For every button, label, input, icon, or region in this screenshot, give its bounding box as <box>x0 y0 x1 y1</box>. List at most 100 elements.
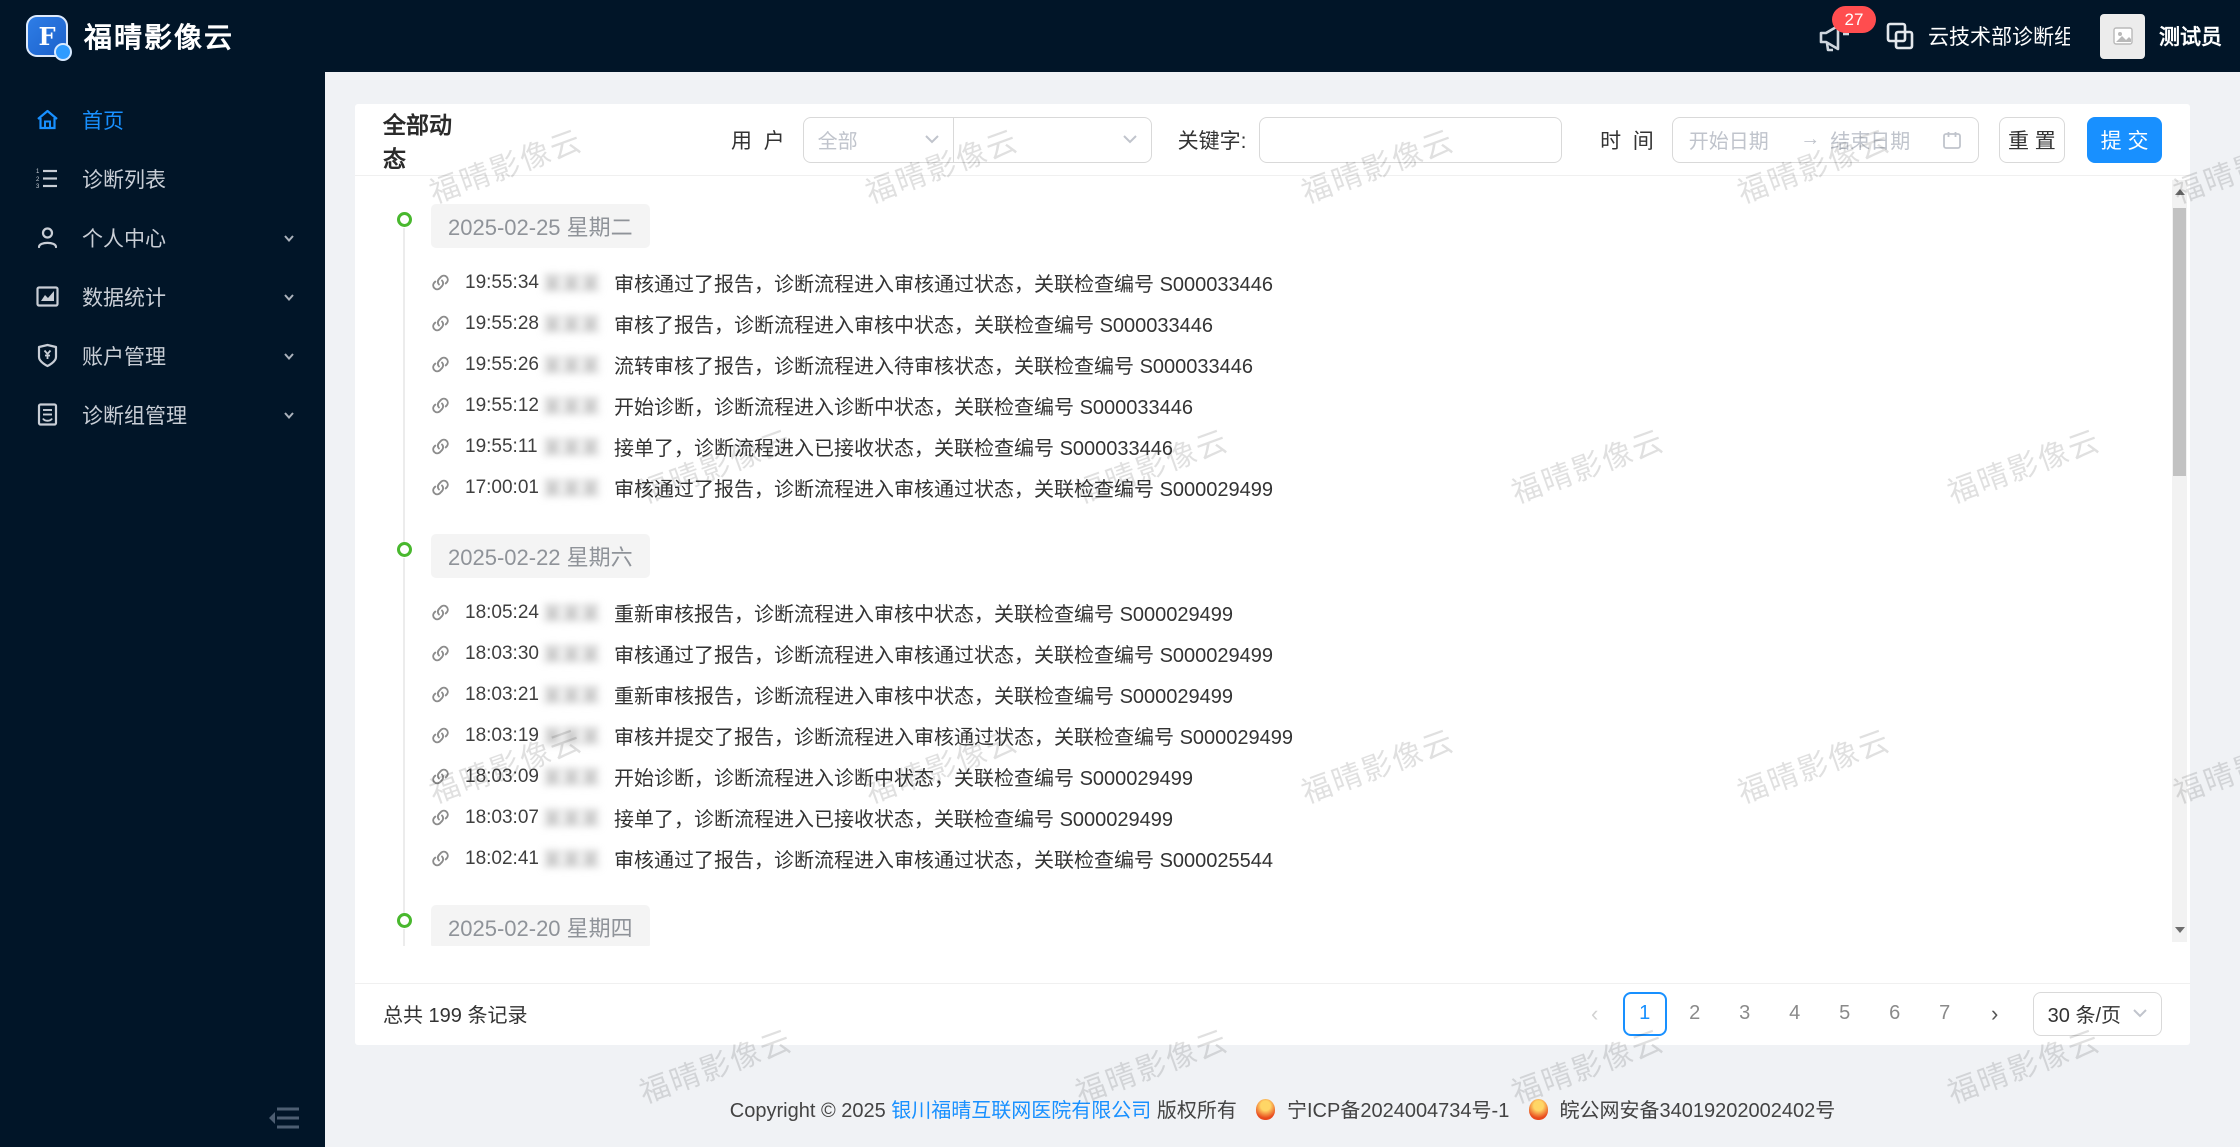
user-name-select[interactable] <box>954 118 1151 162</box>
link-icon[interactable] <box>431 726 450 745</box>
scroll-up-arrow[interactable] <box>2172 182 2187 202</box>
keyword-input[interactable] <box>1258 116 1563 163</box>
reset-button[interactable]: 重 置 <box>1998 116 2066 163</box>
sidebar-item-0[interactable]: 首页 <box>0 90 325 149</box>
page-button-2[interactable]: 2 <box>1673 992 1717 1036</box>
next-page-button[interactable]: › <box>1973 992 2017 1036</box>
company-link[interactable]: 银川福晴互联网医院有限公司 <box>891 1100 1151 1122</box>
sidebar-item-label: 首页 <box>82 109 124 133</box>
link-icon[interactable] <box>431 273 450 292</box>
card-footer: 总共 199 条记录 ‹ 1234567 › 30 条/页 <box>355 983 2190 1043</box>
timeline-group: 2025-02-22 星期六 18:05:24 某某某 重新审核报告，诊断流程进入审核… <box>397 534 2150 925</box>
time-filter-label: 时 间 <box>1600 129 1654 153</box>
link-icon[interactable] <box>431 685 450 704</box>
scrollbar-thumb[interactable] <box>2173 208 2186 476</box>
activity-card: 全部动态 用 户 全部 关键字: 时 间 开始日期 → 结束日期 重 置 提 交… <box>355 104 2190 1045</box>
page-button-6[interactable]: 6 <box>1873 992 1917 1036</box>
app-logo: F 福晴影像云 <box>0 0 325 72</box>
activity-entry: 19:55:26 某某某 流转审核了报告，诊断流程进入待审核状态，关联检查编号 S0… <box>431 344 2150 385</box>
chevron-down-icon <box>2133 1009 2147 1018</box>
entry-user: 某某某 <box>543 438 601 459</box>
entry-text: 接单了，诊断流程进入已接收状态，关联检查编号 S000033446 <box>614 438 1174 460</box>
chevron-down-icon <box>284 411 294 419</box>
feed-scrollbar[interactable] <box>2172 180 2187 942</box>
announcement-bell[interactable]: 27 <box>1814 6 1876 56</box>
entry-time: 18:05:24 <box>465 601 539 623</box>
entry-text: 审核通过了报告，诊断流程进入审核通过状态，关联检查编号 S000025544 <box>614 850 1274 872</box>
sidebar-item-label: 账户管理 <box>82 345 166 369</box>
timeline-line <box>403 228 405 554</box>
sidebar-item-4[interactable]: 账户管理 <box>0 326 325 385</box>
activity-entry: 18:02:41 某某某 审核通过了报告，诊断流程进入审核通过状态，关联检查编号 S… <box>431 838 2150 879</box>
icp-number[interactable]: 宁ICP备2024004734号-1 <box>1287 1100 1509 1122</box>
svg-text:1: 1 <box>36 169 40 175</box>
timeline-dot <box>397 542 412 557</box>
page-size-value: 30 条/页 <box>2047 1005 2121 1027</box>
entry-user: 某某某 <box>543 686 601 707</box>
user-type-select-value: 全部 <box>817 131 858 153</box>
police-number[interactable]: 皖公网安备34019202002402号 <box>1559 1100 1835 1122</box>
page-size-select[interactable]: 30 条/页 <box>2032 991 2162 1036</box>
username: 测试员 <box>2159 26 2222 49</box>
prev-page-button[interactable]: ‹ <box>1573 992 1617 1036</box>
entry-user: 某某某 <box>543 768 601 789</box>
activity-entry: 18:03:30 某某某 审核通过了报告，诊断流程进入审核通过状态，关联检查编号 S… <box>431 633 2150 674</box>
link-icon[interactable] <box>431 644 450 663</box>
page-button-5[interactable]: 5 <box>1823 992 1867 1036</box>
link-icon[interactable] <box>431 849 450 868</box>
entry-time: 17:00:01 <box>465 476 539 498</box>
notification-badge[interactable]: 27 <box>1832 6 1876 33</box>
submit-button[interactable]: 提 交 <box>2087 116 2163 163</box>
user-filter-label: 用 户 <box>730 129 785 153</box>
timeline-group: 2025-02-25 星期二 19:55:34 某某某 审核通过了报告，诊断流程进入审… <box>397 204 2150 554</box>
link-icon[interactable] <box>431 314 450 333</box>
entry-user: 某某某 <box>543 809 601 830</box>
timeline-group: 2025-02-20 星期四14:13:54测试员重新审核报告，诊断流程进入审核… <box>397 905 2150 946</box>
chevron-down-icon <box>924 135 939 144</box>
entry-time: 18:03:07 <box>465 806 539 828</box>
copyright-text: Copyright © 2025 <box>729 1100 886 1122</box>
sidebar-item-2[interactable]: 个人中心 <box>0 208 325 267</box>
home-icon <box>37 109 58 130</box>
date-range-picker[interactable]: 开始日期 → 结束日期 <box>1671 116 1979 163</box>
user-select-group: 全部 <box>802 116 1152 163</box>
user-type-select[interactable]: 全部 <box>804 117 954 162</box>
sidebar-item-3[interactable]: 数据统计 <box>0 267 325 326</box>
activity-entry: 19:55:28 某某某 审核了报告，诊断流程进入审核中状态，关联检查编号 S000… <box>431 303 2150 344</box>
sidebar-item-5[interactable]: 诊断组管理 <box>0 385 325 444</box>
keyword-label: 关键字: <box>1177 129 1247 153</box>
timeline: 2025-02-25 星期二 19:55:34 某某某 审核通过了报告，诊断流程进入审… <box>397 204 2150 946</box>
link-icon[interactable] <box>431 437 450 456</box>
page-button-1[interactable]: 1 <box>1622 991 1667 1036</box>
avatar <box>2100 13 2145 59</box>
sidebar-item-1[interactable]: 1 2 3 诊断列表 <box>0 149 325 208</box>
page-button-4[interactable]: 4 <box>1773 992 1817 1036</box>
link-icon[interactable] <box>431 478 450 497</box>
link-icon[interactable] <box>431 396 450 415</box>
menu-fold-icon[interactable] <box>269 1105 299 1131</box>
link-icon[interactable] <box>431 603 450 622</box>
activity-entry: 19:55:12 某某某 开始诊断，诊断流程进入诊断中状态，关联检查编号 S0000… <box>431 385 2150 426</box>
user-menu[interactable]: 测试员 <box>2100 13 2222 59</box>
link-icon[interactable] <box>431 767 450 786</box>
entry-time: 19:55:11 <box>465 435 538 457</box>
entry-time: 19:55:12 <box>465 394 539 416</box>
image-placeholder-icon <box>2112 27 2133 45</box>
diagnosis-group-switcher[interactable]: 云技术部诊断组 <box>1884 20 2070 52</box>
link-icon[interactable] <box>431 355 450 374</box>
icp-badge-icon <box>1256 1099 1276 1120</box>
activity-feed: 2025-02-25 星期二 19:55:34 某某某 审核通过了报告，诊断流程进入审… <box>355 176 2190 946</box>
page-button-3[interactable]: 3 <box>1723 992 1767 1036</box>
group-name: 云技术部诊断组 <box>1928 26 2070 49</box>
activity-entry: 18:03:21 某某某 重新审核报告，诊断流程进入审核中状态，关联检查编号 S00… <box>431 674 2150 715</box>
scroll-down-arrow[interactable] <box>2172 920 2187 940</box>
activity-entry: 19:55:11 某某某 接单了，诊断流程进入已接收状态，关联检查编号 S00003… <box>431 426 2150 467</box>
entry-text: 审核了报告，诊断流程进入审核中状态，关联检查编号 S000033446 <box>614 315 1214 337</box>
ordered-list-icon: 1 23 <box>36 169 57 190</box>
chevron-down-icon <box>284 234 294 242</box>
entry-user: 某某某 <box>543 356 601 377</box>
link-icon[interactable] <box>431 808 450 827</box>
entry-text: 开始诊断，诊断流程进入诊断中状态，关联检查编号 S000029499 <box>614 768 1194 790</box>
page-button-7[interactable]: 7 <box>1923 992 1967 1036</box>
topbar: 27 云技术部诊断组 测试员 <box>325 0 2240 72</box>
